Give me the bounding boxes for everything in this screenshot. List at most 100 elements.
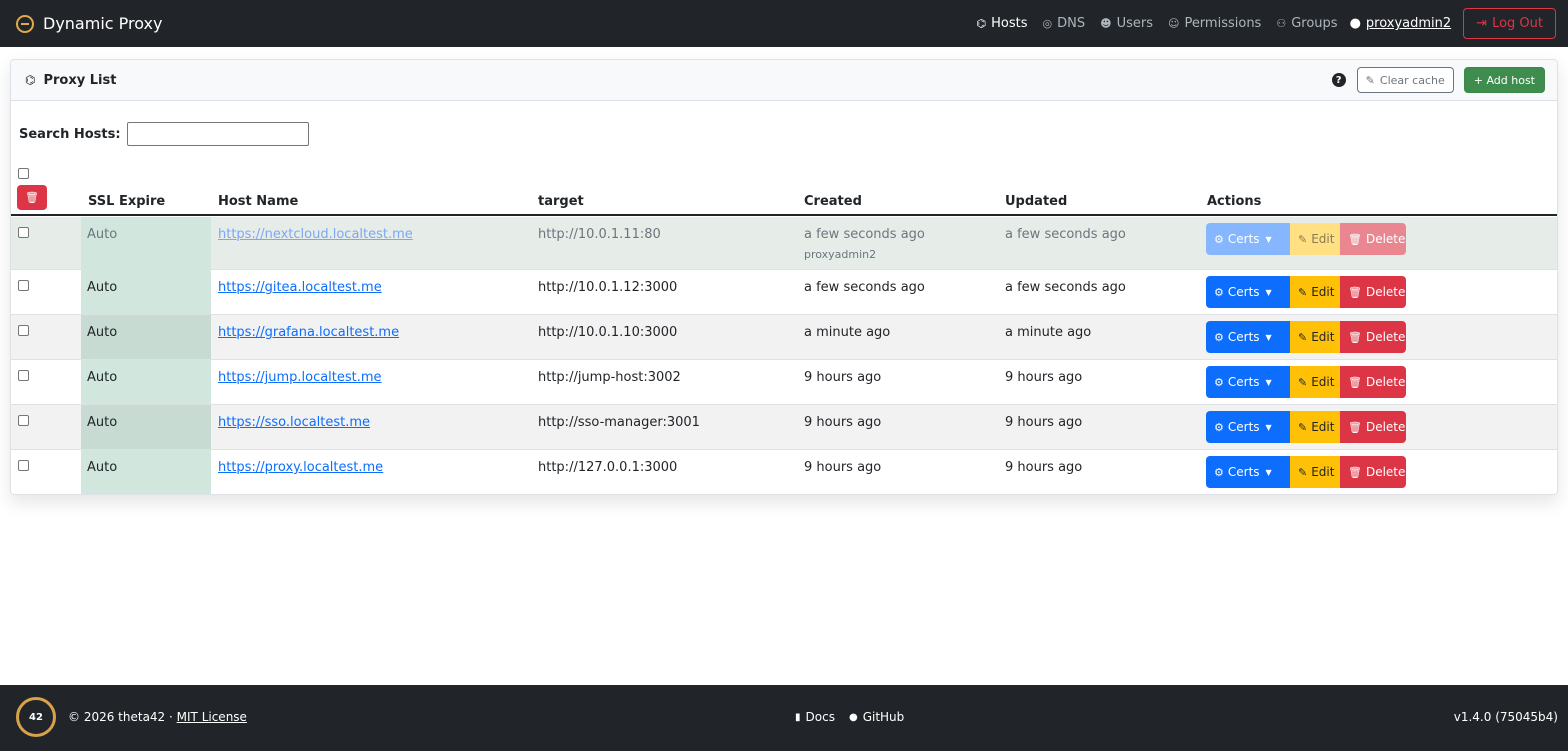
edit-button[interactable]: ✎ Edit (1290, 366, 1340, 398)
certs-dropdown-button[interactable]: ⚙ Certs ▼ (1206, 411, 1290, 443)
certs-label: Certs (1227, 330, 1260, 344)
created-time: a minute ago (804, 325, 891, 340)
delete-button[interactable]: 🗑 Delete (1340, 276, 1406, 308)
row-checkbox[interactable] (18, 280, 29, 291)
pencil-icon: ✎ (1298, 330, 1308, 344)
nav-users[interactable]: ☻ Users (1100, 16, 1153, 31)
edit-button[interactable]: ✎ Edit (1290, 276, 1340, 308)
search-input[interactable] (126, 122, 309, 146)
delete-button[interactable]: 🗑 Delete (1340, 411, 1406, 443)
certs-dropdown-button[interactable]: ⚙ Certs ▼ (1206, 366, 1290, 398)
host-link[interactable]: https://grafana.localtest.me (218, 325, 399, 340)
license-link[interactable]: MIT License (177, 710, 247, 724)
ssl-expire: Auto (87, 227, 118, 242)
broom-icon: ✎ (1365, 73, 1375, 87)
row-checkbox[interactable] (18, 415, 29, 426)
clear-cache-button[interactable]: ✎ Clear cache (1356, 67, 1454, 93)
edit-label: Edit (1311, 232, 1335, 246)
nav-dns-label: DNS (1057, 16, 1086, 31)
nav-hosts[interactable]: ⌬ Hosts (977, 16, 1028, 31)
github-label: GitHub (862, 710, 905, 724)
brand[interactable]: Dynamic Proxy (16, 14, 162, 33)
host-link[interactable]: https://gitea.localtest.me (218, 280, 382, 295)
updated-cell: a few seconds ago (1005, 227, 1126, 242)
table-row: Auto https://grafana.localtest.me http://1… (11, 315, 1557, 360)
nav-hosts-label: Hosts (991, 16, 1028, 31)
sitemap-icon: ⌬ (25, 73, 36, 87)
row-checkbox[interactable] (18, 227, 29, 238)
brand-logo-icon (16, 14, 34, 33)
edit-button[interactable]: ✎ Edit (1290, 411, 1340, 443)
delete-button[interactable]: 🗑 Delete (1340, 223, 1406, 255)
github-link[interactable]: ● GitHub (849, 710, 904, 724)
updated-cell: 9 hours ago (1005, 415, 1083, 430)
docs-link[interactable]: ▮ Docs (795, 710, 835, 724)
caret-down-icon: ▼ (1265, 422, 1272, 432)
logout-button[interactable]: ⇥ Log Out (1463, 8, 1556, 39)
delete-button[interactable]: 🗑 Delete (1340, 366, 1406, 398)
edit-label: Edit (1311, 285, 1335, 299)
row-actions: ⚙ Certs ▼ ✎ Edit 🗑 Delete (1206, 276, 1406, 308)
help-icon[interactable]: ? (1331, 73, 1346, 87)
caret-down-icon: ▼ (1265, 234, 1272, 244)
certs-dropdown-button[interactable]: ⚙ Certs ▼ (1206, 223, 1290, 255)
header-updated[interactable]: Updated (1005, 194, 1067, 209)
trash-icon: 🗑 (1348, 420, 1362, 434)
row-checkbox[interactable] (18, 460, 29, 471)
target-cell: http://jump-host:3002 (538, 370, 681, 385)
created-time: 9 hours ago (804, 415, 882, 430)
nav-users-label: Users (1116, 16, 1153, 31)
caret-down-icon: ▼ (1265, 377, 1272, 387)
header-target[interactable]: target (538, 194, 584, 209)
nav-groups-label: Groups (1291, 16, 1338, 31)
search-row: Search Hosts: (19, 122, 309, 146)
certs-dropdown-button[interactable]: ⚙ Certs ▼ (1206, 321, 1290, 353)
nav-user[interactable]: ● proxyadmin2 (1350, 16, 1452, 31)
user-lock-icon: ☺ (1167, 17, 1180, 30)
delete-button[interactable]: 🗑 Delete (1340, 321, 1406, 353)
edit-label: Edit (1311, 465, 1335, 479)
nav-groups[interactable]: ⚇ Groups (1276, 16, 1337, 31)
logout-icon: ⇥ (1476, 16, 1488, 31)
header-host[interactable]: Host Name (218, 194, 298, 209)
edit-button[interactable]: ✎ Edit (1290, 456, 1340, 488)
host-link[interactable]: https://jump.localtest.me (218, 370, 382, 385)
username: proxyadmin2 (1365, 16, 1452, 31)
logout-label: Log Out (1492, 16, 1543, 31)
host-link[interactable]: https://sso.localtest.me (218, 415, 370, 430)
updated-cell: a few seconds ago (1005, 280, 1126, 295)
created-time: a few seconds ago (804, 280, 925, 295)
certificate-icon: ⚙ (1214, 420, 1224, 434)
header-ssl[interactable]: SSL Expire (88, 194, 165, 209)
search-label: Search Hosts: (19, 126, 121, 142)
host-cell: https://gitea.localtest.me (218, 280, 382, 295)
edit-label: Edit (1311, 420, 1335, 434)
header-created[interactable]: Created (804, 194, 862, 209)
host-link[interactable]: https://proxy.localtest.me (218, 460, 383, 475)
updated-cell: a minute ago (1005, 325, 1092, 340)
select-all-checkbox[interactable] (18, 168, 29, 179)
created-cell: a minute ago (804, 325, 890, 340)
trash-icon: 🗑 (1348, 285, 1362, 299)
host-link[interactable]: https://nextcloud.localtest.me (218, 227, 413, 242)
add-host-button[interactable]: + Add host (1463, 67, 1545, 93)
certs-dropdown-button[interactable]: ⚙ Certs ▼ (1206, 456, 1290, 488)
edit-button[interactable]: ✎ Edit (1290, 321, 1340, 353)
certs-dropdown-button[interactable]: ⚙ Certs ▼ (1206, 276, 1290, 308)
ssl-cell: Auto (81, 405, 211, 449)
sitemap-icon: ⌬ (976, 17, 987, 30)
host-cell: https://jump.localtest.me (218, 370, 382, 385)
dns-icon: ◎ (1042, 17, 1053, 30)
nav-permissions[interactable]: ☺ Permissions (1168, 16, 1261, 31)
created-time: 9 hours ago (804, 370, 882, 385)
certs-label: Certs (1227, 375, 1260, 389)
delete-button[interactable]: 🗑 Delete (1340, 456, 1406, 488)
created-cell: 9 hours ago (804, 460, 881, 475)
target-cell: http://10.0.1.10:3000 (538, 325, 678, 340)
row-checkbox[interactable] (18, 370, 29, 381)
edit-button[interactable]: ✎ Edit (1290, 223, 1340, 255)
row-checkbox[interactable] (18, 325, 29, 336)
nav-dns[interactable]: ◎ DNS (1042, 16, 1085, 31)
delete-label: Delete (1365, 232, 1406, 246)
trash-icon: 🗑 (1348, 232, 1362, 246)
